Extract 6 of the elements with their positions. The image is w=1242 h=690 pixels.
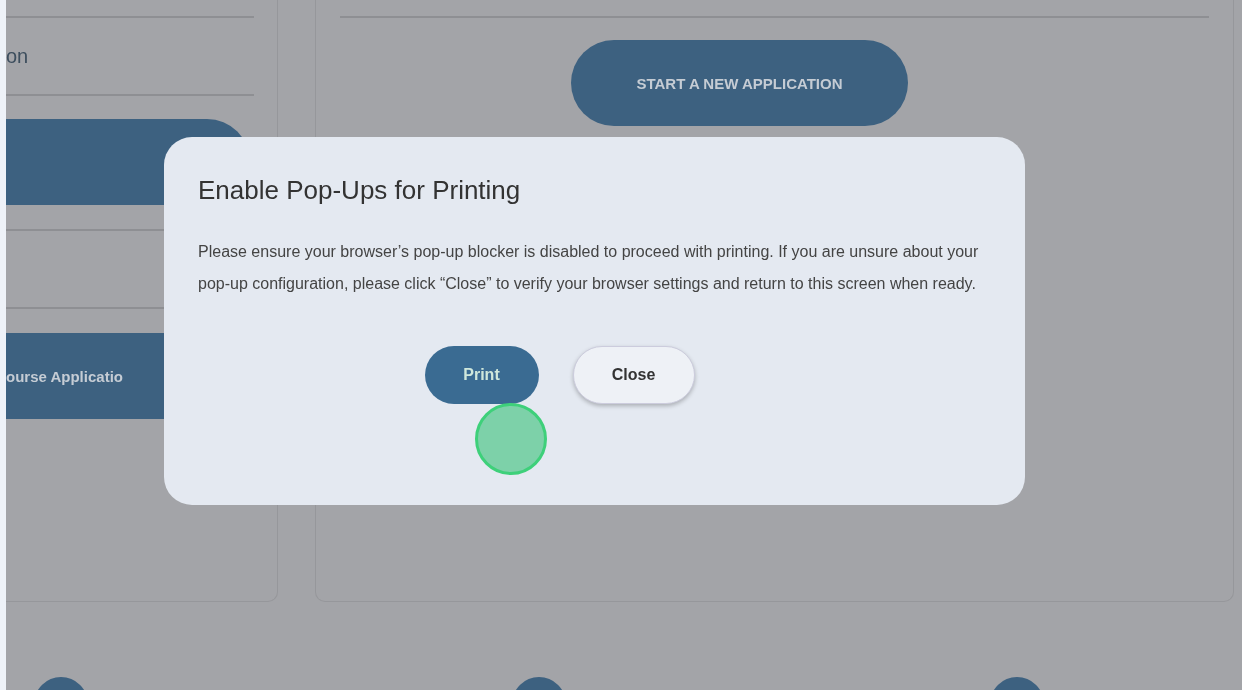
close-button[interactable]: Close (572, 346, 695, 404)
print-button[interactable]: Print (424, 346, 539, 404)
dialog-title: Enable Pop-Ups for Printing (198, 175, 522, 206)
row-label: on (6, 44, 29, 68)
dialog-message: Please ensure your browser’s pop-up blocker is disabled to proceed with printing. If you are unsure about your pop-up configuration, please click “Close” to verify your browser settings and return to this screen when ready. (198, 242, 980, 294)
start-application-button[interactable]: START A NEW APPLICATION (571, 40, 908, 126)
